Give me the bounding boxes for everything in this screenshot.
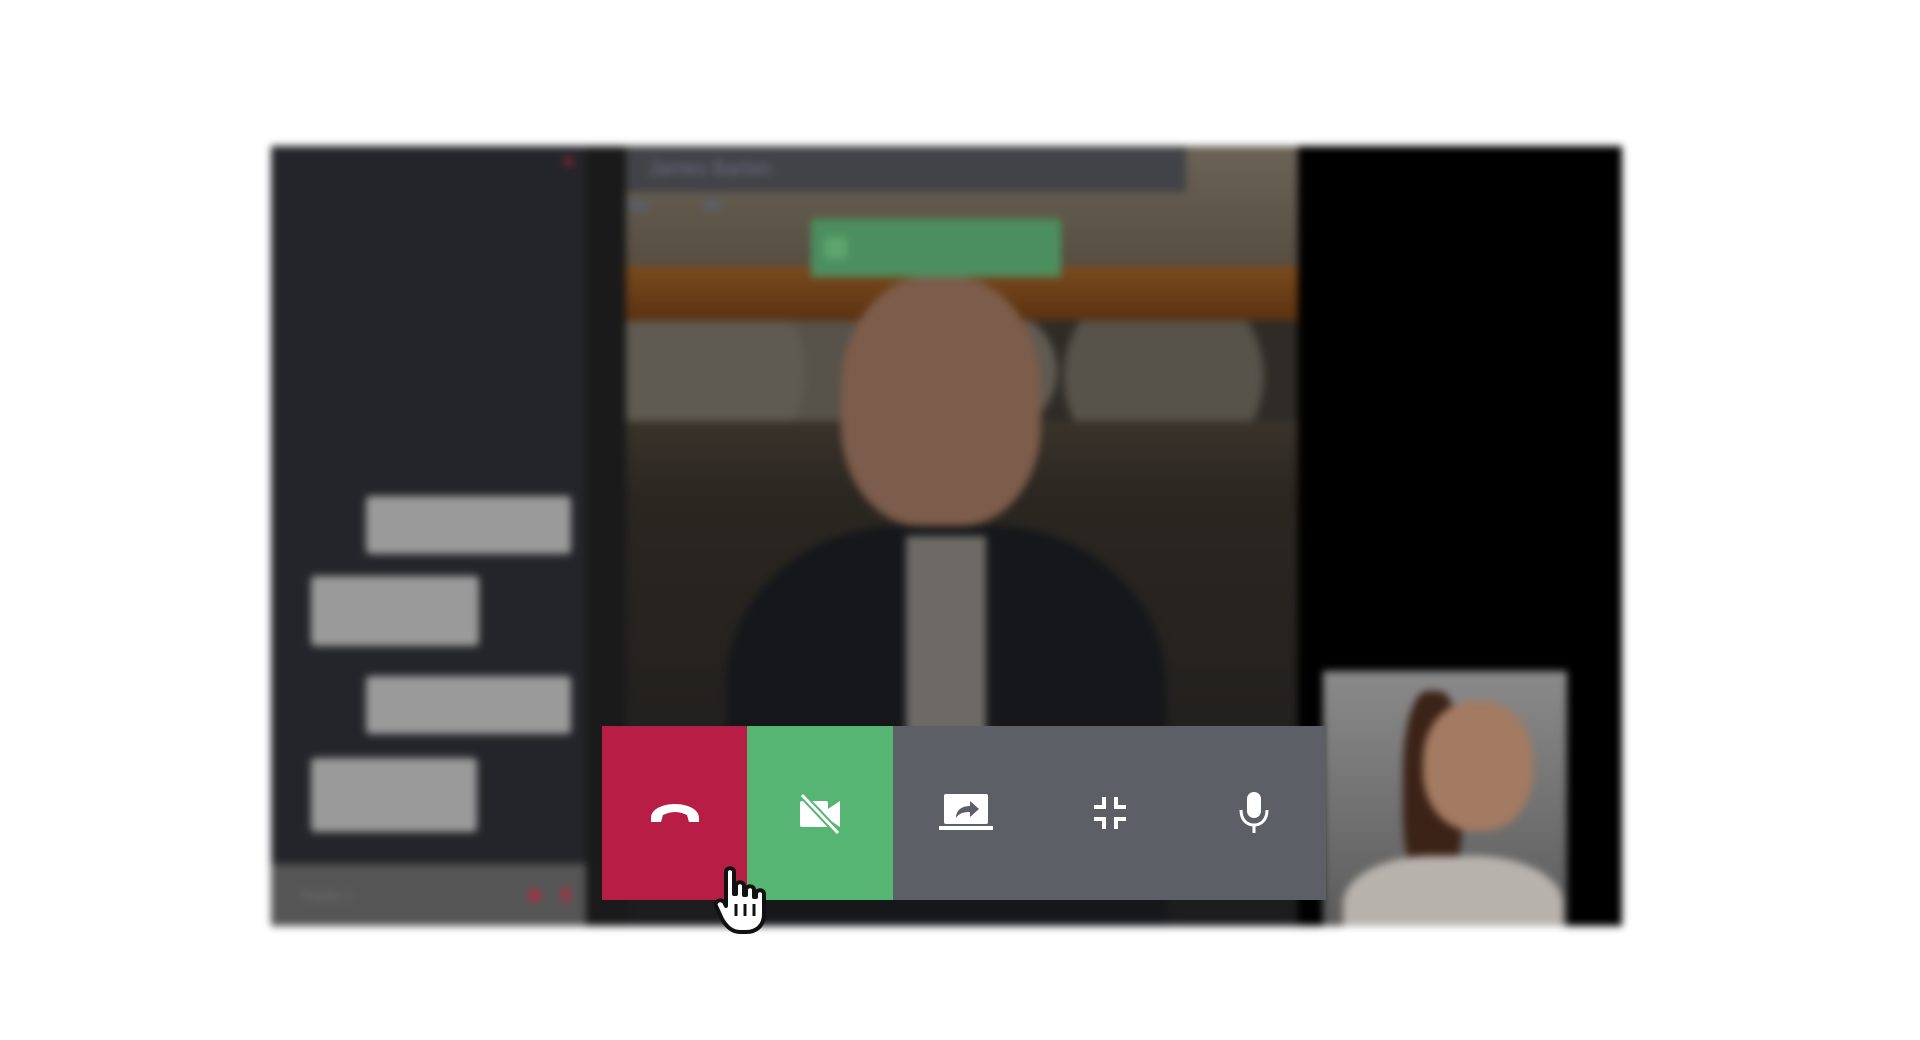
chart-tick: Jul bbox=[702, 196, 721, 212]
self-view-video[interactable] bbox=[1323, 671, 1567, 926]
screen-share-icon bbox=[938, 792, 994, 834]
self-view-head bbox=[1423, 701, 1533, 831]
caller-name-bar: James Barton bbox=[626, 146, 1186, 192]
video-toggle-button[interactable] bbox=[747, 726, 893, 900]
close-icon[interactable]: ✕ bbox=[561, 152, 576, 173]
chat-message bbox=[311, 576, 479, 646]
phone-hangup-icon bbox=[647, 800, 703, 826]
caller-head bbox=[841, 276, 1041, 526]
chat-input-bar: ▶ ▮ bbox=[271, 864, 586, 926]
video-off-icon bbox=[796, 791, 844, 835]
fullscreen-exit-icon bbox=[1092, 795, 1128, 831]
notification-icon bbox=[825, 237, 847, 259]
chat-panel: ✕ ▶ ▮ bbox=[271, 146, 586, 926]
share-screen-button[interactable] bbox=[893, 726, 1038, 900]
notification-toast[interactable] bbox=[811, 219, 1061, 277]
chart-fragment: Jun Jul bbox=[626, 196, 776, 236]
chat-message bbox=[311, 758, 477, 832]
chat-message bbox=[366, 496, 571, 554]
self-view-shirt bbox=[1343, 856, 1563, 926]
chat-message bbox=[366, 676, 571, 734]
call-controls-bar bbox=[602, 726, 1326, 900]
chart-tick: Jun bbox=[626, 196, 649, 212]
mic-button[interactable] bbox=[1182, 726, 1326, 900]
screen: ✕ ▶ ▮ bbox=[0, 0, 1920, 1040]
exit-fullscreen-button[interactable] bbox=[1038, 726, 1182, 900]
send-icon[interactable]: ▶ bbox=[530, 884, 544, 905]
caller-name: James Barton bbox=[648, 158, 772, 180]
microphone-icon bbox=[1237, 790, 1271, 836]
attach-icon[interactable]: ▮ bbox=[561, 884, 570, 904]
chat-message-input[interactable] bbox=[297, 882, 521, 908]
end-call-button[interactable] bbox=[602, 726, 747, 900]
